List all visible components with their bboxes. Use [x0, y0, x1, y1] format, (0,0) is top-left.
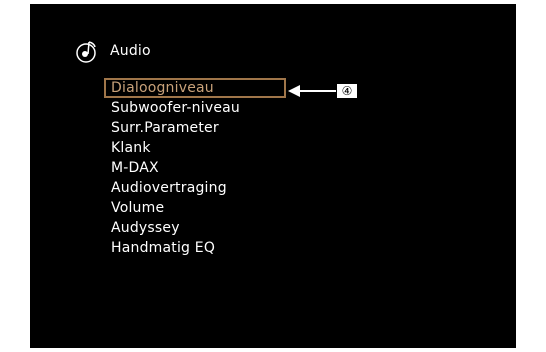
menu-item-audiovertraging[interactable]: Audiovertraging	[104, 178, 364, 198]
osd-screen: Audio Dialoogniveau Subwoofer-niveau Sur…	[30, 4, 516, 348]
audio-note-icon	[76, 41, 96, 63]
menu-item-subwoofer-niveau[interactable]: Subwoofer-niveau	[104, 98, 364, 118]
callout-annotation: ④	[288, 82, 358, 100]
menu-item-dialoogniveau[interactable]: Dialoogniveau	[104, 78, 286, 98]
menu-item-handmatig-eq[interactable]: Handmatig EQ	[104, 238, 364, 258]
menu-item-klank[interactable]: Klank	[104, 138, 364, 158]
left-arrow-icon	[288, 85, 336, 97]
menu-item-volume[interactable]: Volume	[104, 198, 364, 218]
menu-title: Audio	[110, 43, 151, 59]
menu-item-m-dax[interactable]: M-DAX	[104, 158, 364, 178]
menu-item-audyssey[interactable]: Audyssey	[104, 218, 364, 238]
menu-item-surr-parameter[interactable]: Surr.Parameter	[104, 118, 364, 138]
callout-number-badge: ④	[336, 83, 358, 99]
audio-menu-list: Dialoogniveau Subwoofer-niveau Surr.Para…	[104, 78, 364, 258]
menu-header: Audio	[74, 38, 151, 64]
